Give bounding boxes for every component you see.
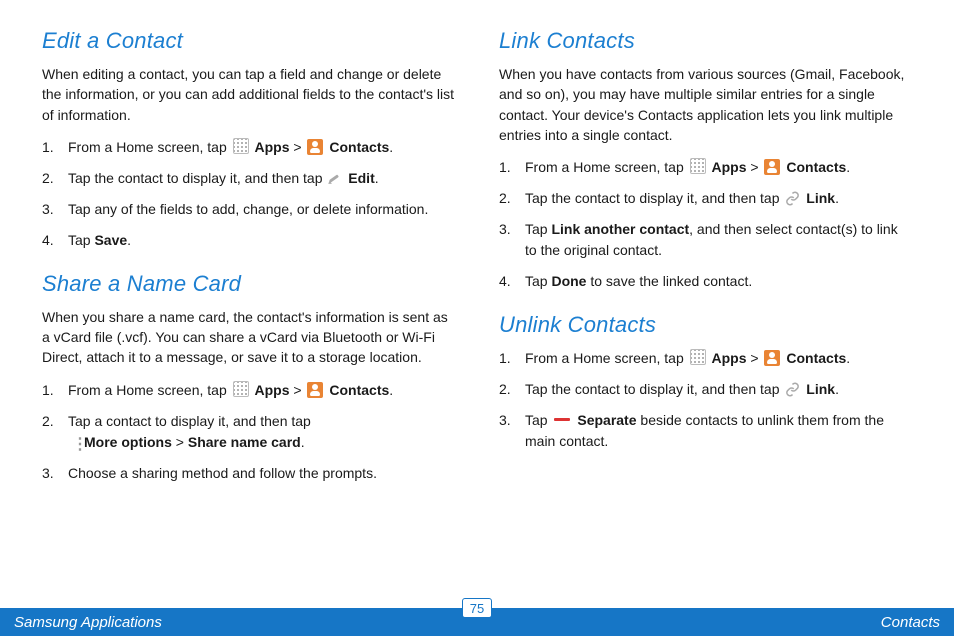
step-item: From a Home screen, tap Apps > Contacts. bbox=[42, 137, 455, 158]
heading-edit-contact: Edit a Contact bbox=[42, 28, 455, 54]
edit-label: Edit bbox=[348, 170, 374, 186]
intro-edit-contact: When editing a contact, you can tap a fi… bbox=[42, 64, 455, 125]
step-text: Tap bbox=[68, 232, 94, 248]
page-footer: Samsung Applications 75 Contacts bbox=[0, 608, 954, 636]
contacts-label: Contacts bbox=[329, 139, 389, 155]
gt-separator: > bbox=[290, 139, 306, 155]
heading-share-namecard: Share a Name Card bbox=[42, 271, 455, 297]
heading-unlink-contacts: Unlink Contacts bbox=[499, 312, 912, 338]
step-item: From a Home screen, tap Apps > Contacts. bbox=[499, 157, 912, 178]
contact-icon bbox=[764, 350, 780, 366]
section-unlink-contacts: Unlink Contacts From a Home screen, tap … bbox=[499, 312, 912, 452]
step-item: Tap any of the fields to add, change, or… bbox=[42, 199, 455, 220]
more-options-label: More options bbox=[84, 434, 172, 450]
save-label: Save bbox=[94, 232, 127, 248]
steps-edit-contact: From a Home screen, tap Apps > Contacts.… bbox=[42, 137, 455, 251]
step-text: Tap a contact to display it, and then ta… bbox=[68, 413, 311, 429]
apps-label: Apps bbox=[712, 350, 747, 366]
step-end: . bbox=[846, 159, 850, 175]
step-text: Tap bbox=[525, 221, 551, 237]
step-text: Tap any of the fields to add, change, or… bbox=[68, 201, 428, 217]
left-column: Edit a Contact When editing a contact, y… bbox=[42, 28, 455, 594]
heading-link-contacts: Link Contacts bbox=[499, 28, 912, 54]
step-text: Tap bbox=[525, 273, 551, 289]
done-label: Done bbox=[551, 273, 586, 289]
step-end: . bbox=[389, 139, 393, 155]
step-item: Tap the contact to display it, and then … bbox=[42, 168, 455, 189]
step-end: . bbox=[846, 350, 850, 366]
step-item: Tap the contact to display it, and then … bbox=[499, 188, 912, 209]
apps-grid-icon bbox=[233, 381, 249, 397]
steps-link-contacts: From a Home screen, tap Apps > Contacts.… bbox=[499, 157, 912, 292]
gt-separator: > bbox=[747, 159, 763, 175]
step-item: Tap the contact to display it, and then … bbox=[499, 379, 912, 400]
contact-icon bbox=[764, 159, 780, 175]
pencil-icon bbox=[328, 171, 342, 185]
gt-separator: > bbox=[290, 382, 306, 398]
step-item: Tap a contact to display it, and then ta… bbox=[42, 411, 455, 453]
step-end: . bbox=[301, 434, 305, 450]
step-item: Tap Link another contact, and then selec… bbox=[499, 219, 912, 261]
step-item: Choose a sharing method and follow the p… bbox=[42, 463, 455, 484]
step-text: From a Home screen, tap bbox=[68, 382, 231, 398]
intro-link-contacts: When you have contacts from various sour… bbox=[499, 64, 912, 145]
contacts-label: Contacts bbox=[786, 159, 846, 175]
intro-share-namecard: When you share a name card, the contact'… bbox=[42, 307, 455, 368]
step-text: to save the linked contact. bbox=[586, 273, 752, 289]
separate-label: Separate bbox=[577, 412, 636, 428]
footer-right: Contacts bbox=[881, 614, 940, 631]
steps-share-namecard: From a Home screen, tap Apps > Contacts.… bbox=[42, 380, 455, 484]
link-label: Link bbox=[806, 381, 835, 397]
step-item: Tap Save. bbox=[42, 230, 455, 251]
gt-separator: > bbox=[747, 350, 763, 366]
apps-label: Apps bbox=[255, 139, 290, 155]
contacts-label: Contacts bbox=[786, 350, 846, 366]
step-end: . bbox=[835, 381, 839, 397]
step-item: From a Home screen, tap Apps > Contacts. bbox=[499, 348, 912, 369]
section-edit-contact: Edit a Contact When editing a contact, y… bbox=[42, 28, 455, 251]
page-number: 75 bbox=[462, 598, 492, 618]
link-icon bbox=[785, 382, 800, 397]
step-item: Tap Done to save the linked contact. bbox=[499, 271, 912, 292]
minus-icon bbox=[554, 418, 570, 421]
steps-unlink-contacts: From a Home screen, tap Apps > Contacts.… bbox=[499, 348, 912, 452]
step-end: . bbox=[127, 232, 131, 248]
section-share-namecard: Share a Name Card When you share a name … bbox=[42, 271, 455, 484]
apps-label: Apps bbox=[712, 159, 747, 175]
apps-grid-icon bbox=[690, 349, 706, 365]
section-link-contacts: Link Contacts When you have contacts fro… bbox=[499, 28, 912, 292]
step-item: Tap Separate beside contacts to unlink t… bbox=[499, 410, 912, 452]
step-text: Tap the contact to display it, and then … bbox=[525, 381, 783, 397]
contact-icon bbox=[307, 139, 323, 155]
page-content: Edit a Contact When editing a contact, y… bbox=[0, 0, 954, 594]
step-text: Tap bbox=[525, 412, 551, 428]
step-text: Choose a sharing method and follow the p… bbox=[68, 465, 377, 481]
step-text: From a Home screen, tap bbox=[68, 139, 231, 155]
link-icon bbox=[785, 191, 800, 206]
footer-left: Samsung Applications bbox=[14, 614, 162, 631]
right-column: Link Contacts When you have contacts fro… bbox=[499, 28, 912, 594]
contacts-label: Contacts bbox=[329, 382, 389, 398]
contact-icon bbox=[307, 382, 323, 398]
step-end: . bbox=[835, 190, 839, 206]
more-options-icon bbox=[70, 435, 80, 449]
step-text: From a Home screen, tap bbox=[525, 350, 688, 366]
apps-label: Apps bbox=[255, 382, 290, 398]
apps-grid-icon bbox=[690, 158, 706, 174]
step-item: From a Home screen, tap Apps > Contacts. bbox=[42, 380, 455, 401]
step-end: . bbox=[375, 170, 379, 186]
step-text: Tap the contact to display it, and then … bbox=[525, 190, 783, 206]
apps-grid-icon bbox=[233, 138, 249, 154]
step-text: From a Home screen, tap bbox=[525, 159, 688, 175]
link-label: Link bbox=[806, 190, 835, 206]
link-another-label: Link another contact bbox=[551, 221, 689, 237]
step-text: Tap the contact to display it, and then … bbox=[68, 170, 326, 186]
gt-separator: > bbox=[172, 434, 188, 450]
share-namecard-label: Share name card bbox=[188, 434, 301, 450]
step-end: . bbox=[389, 382, 393, 398]
